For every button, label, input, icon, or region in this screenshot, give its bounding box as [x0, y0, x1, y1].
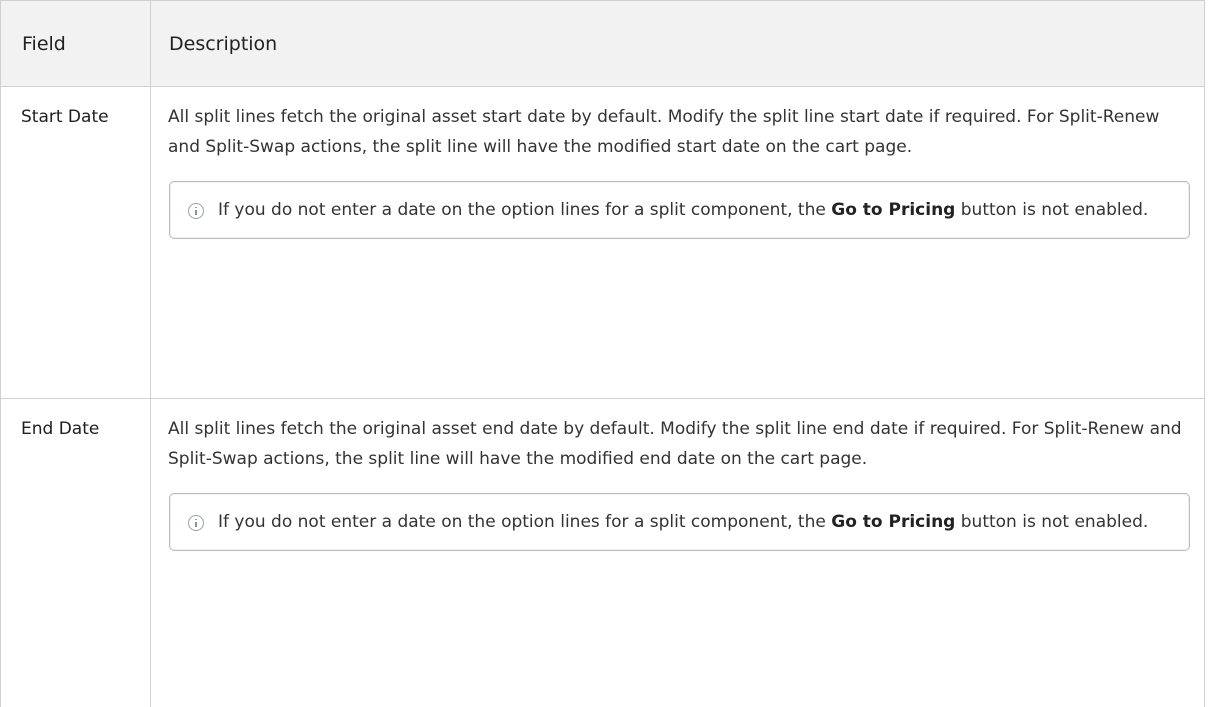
field-description-cell: All split lines fetch the original asset…: [150, 86, 1205, 399]
note-emphasis: Go to Pricing: [831, 512, 956, 532]
note-text-before: If you do not enter a date on the option…: [218, 200, 832, 220]
info-icon: [188, 515, 204, 531]
field-description-cell: All split lines fetch the original asset…: [150, 398, 1205, 707]
field-description-table: Field Description Start Date All split l…: [0, 0, 1205, 707]
table-header-row: Field Description: [0, 0, 1205, 87]
note-text: If you do not enter a date on the option…: [218, 507, 1148, 537]
info-note: If you do not enter a date on the option…: [169, 493, 1190, 551]
table-row: Start Date All split lines fetch the ori…: [0, 86, 1205, 399]
info-icon: [188, 203, 204, 219]
note-text-after: button is not enabled.: [955, 200, 1149, 220]
field-name: Start Date: [0, 86, 151, 399]
header-field: Field: [0, 0, 151, 87]
note-text-before: If you do not enter a date on the option…: [218, 512, 832, 532]
info-note: If you do not enter a date on the option…: [169, 181, 1190, 239]
field-description: All split lines fetch the original asset…: [168, 107, 1160, 157]
field-description: All split lines fetch the original asset…: [168, 419, 1182, 469]
note-emphasis: Go to Pricing: [831, 200, 956, 220]
header-description: Description: [150, 0, 1205, 87]
field-name: End Date: [0, 398, 151, 707]
note-text: If you do not enter a date on the option…: [218, 195, 1148, 225]
table-row: End Date All split lines fetch the origi…: [0, 398, 1205, 707]
note-text-after: button is not enabled.: [955, 512, 1149, 532]
